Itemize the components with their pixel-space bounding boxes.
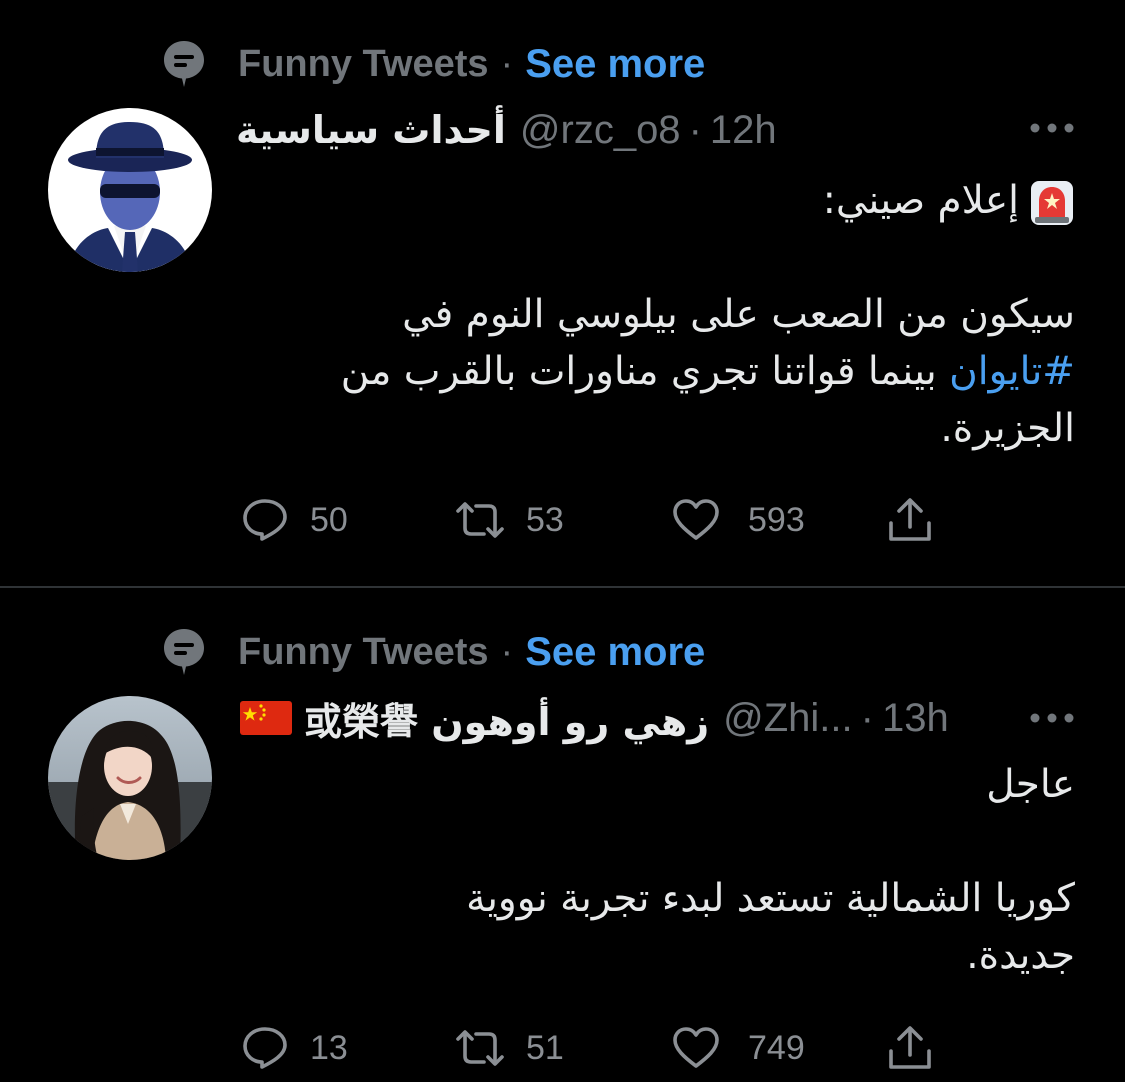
avatar[interactable] [48, 696, 212, 860]
separator-dot: · [860, 695, 874, 740]
tweet[interactable]: Funny Tweets · See more زهي رو أوهون 或榮譽… [0, 588, 1125, 1082]
retweet-count: 53 [526, 500, 564, 539]
china-flag-icon [240, 701, 292, 735]
separator-dot: · [500, 42, 514, 85]
more-options-icon[interactable] [1026, 698, 1078, 738]
display-name[interactable]: أحداث سياسية [236, 108, 506, 152]
tweet[interactable]: Funny Tweets · See more أحداث سياسية @rz… [0, 0, 1125, 587]
avatar[interactable] [48, 108, 212, 272]
tweet-line: جديدة. [966, 933, 1075, 978]
timestamp[interactable]: 13h [882, 696, 949, 741]
heart-icon [673, 1027, 719, 1068]
tweet-line: عاجل [986, 762, 1075, 807]
separator-dot: · [688, 107, 702, 152]
retweet-button[interactable]: 53 [452, 490, 564, 550]
topic-icon [160, 626, 208, 678]
tweet-line: الجزيرة. [940, 406, 1075, 451]
tweet-text: عاجل كوريا الشمالية تستعد لبدء تجربة نوو… [466, 756, 1075, 984]
timestamp[interactable]: 12h [710, 108, 777, 153]
display-name[interactable]: زهي رو أوهون 或榮譽 [304, 691, 709, 746]
see-more-link[interactable]: See more [525, 630, 705, 675]
action-bar: 13 51 749 [236, 1018, 956, 1078]
social-context: Funny Tweets · See more [160, 624, 705, 680]
hashtag-link[interactable]: #تايوان [949, 349, 1075, 394]
spy-avatar-icon [48, 108, 212, 272]
tweet-line-text: بينما قواتنا تجري مناورات بالقرب من [340, 349, 950, 394]
social-context: Funny Tweets · See more [160, 36, 705, 92]
like-count: 749 [748, 1028, 805, 1067]
tweet-line: سيكون من الصعب على بيلوسي النوم في [402, 292, 1075, 337]
reply-icon [243, 1027, 287, 1069]
siren-icon [1031, 180, 1073, 225]
see-more-link[interactable]: See more [525, 42, 705, 87]
tweet-text: إعلام صيني: سيكون من الصعب على بيلوسي ال… [341, 172, 1075, 457]
reply-button[interactable]: 50 [242, 490, 348, 550]
handle[interactable]: @Zhi... [723, 696, 853, 741]
like-button[interactable]: 749 [672, 1018, 805, 1078]
tweet-header: زهي رو أوهون 或榮譽 @Zhi... · 13h [240, 686, 949, 750]
like-button[interactable]: 593 [672, 490, 805, 550]
retweet-icon [456, 1030, 504, 1066]
action-bar: 50 53 593 [236, 490, 956, 550]
reply-icon [243, 499, 287, 541]
like-count: 593 [748, 500, 805, 539]
reply-count: 50 [310, 500, 348, 539]
woman-photo-avatar-icon [48, 696, 212, 860]
retweet-button[interactable]: 51 [452, 1018, 564, 1078]
tweet-line: إعلام صيني: [341, 172, 1075, 229]
topic-icon [160, 38, 208, 90]
tweet-line-text: إعلام صيني: [822, 178, 1019, 223]
reply-button[interactable]: 13 [242, 1018, 348, 1078]
share-button[interactable] [886, 1018, 934, 1078]
share-icon [889, 1026, 931, 1069]
share-button[interactable] [886, 490, 934, 550]
retweet-count: 51 [526, 1028, 564, 1067]
separator-dot: · [500, 630, 514, 673]
tweet-header: أحداث سياسية @rzc_o8 · 12h [236, 98, 777, 162]
handle[interactable]: @rzc_o8 [520, 108, 681, 153]
reply-count: 13 [310, 1028, 348, 1067]
tweet-line: #تايوان بينما قواتنا تجري مناورات بالقرب… [341, 343, 1075, 400]
heart-icon [673, 499, 719, 540]
more-options-icon[interactable] [1026, 108, 1078, 148]
retweet-icon [456, 502, 504, 538]
tweet-line: كوريا الشمالية تستعد لبدء تجربة نووية [466, 876, 1075, 921]
topic-label[interactable]: Funny Tweets [238, 43, 489, 86]
share-icon [889, 498, 931, 541]
topic-label[interactable]: Funny Tweets [238, 631, 489, 674]
